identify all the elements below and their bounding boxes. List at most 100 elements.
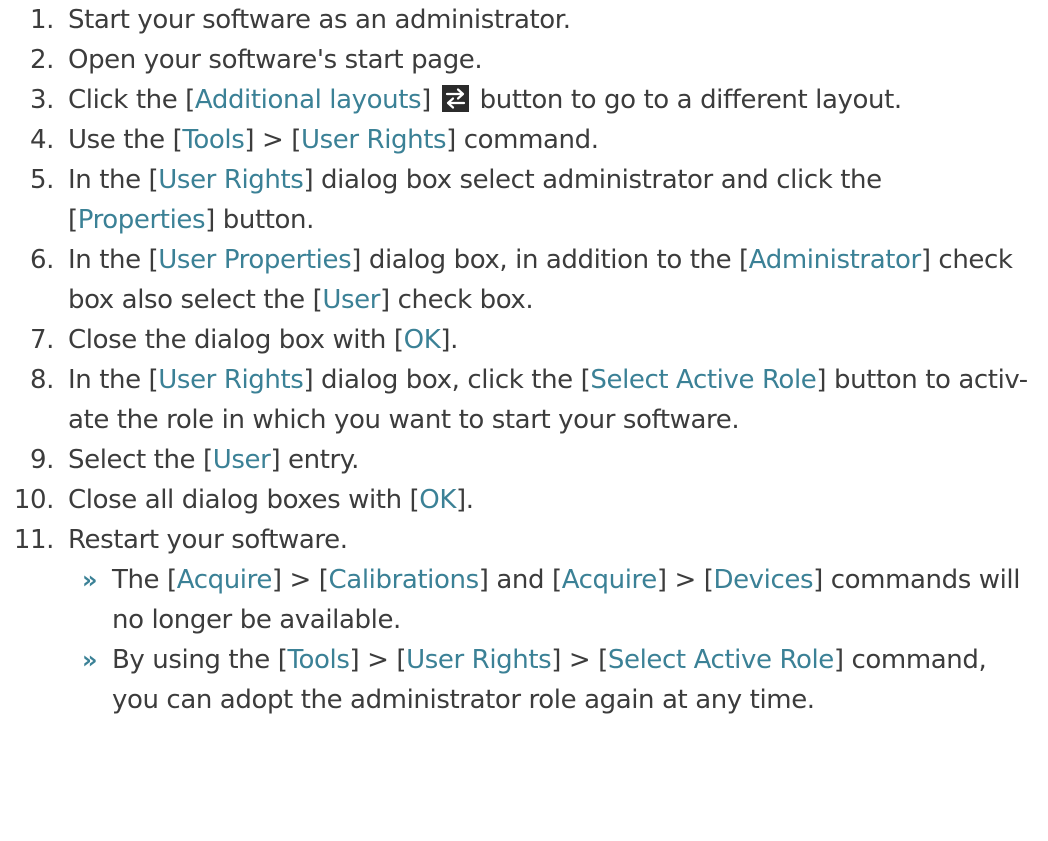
text-segment: box also select the [ xyxy=(68,285,323,315)
step-item: 11. Restart your software. xyxy=(0,520,1048,560)
result-item: » The [Acquire] > [Calibrations] and [Acq… xyxy=(0,560,1048,640)
step-number: 8. xyxy=(29,365,54,395)
step-number: 6. xyxy=(29,245,54,275)
ui-reference: Calibrations xyxy=(328,565,480,595)
ui-reference: User Properties xyxy=(158,245,352,275)
text-line: box also select the [User] check box. xyxy=(68,280,1048,320)
text-segment: ] dialog box, click the [ xyxy=(303,365,591,395)
text-segment: ] command, xyxy=(833,645,987,675)
ui-reference: Properties xyxy=(77,205,206,235)
text-line: Close all dialog boxes with [OK]. xyxy=(68,480,1048,520)
text-segment: ] commands will xyxy=(813,565,1021,595)
instruction-steps: 1. Start your software as an administrato… xyxy=(0,0,1048,560)
step-number: 5. xyxy=(29,165,54,195)
ui-reference: OK xyxy=(419,485,456,515)
text-segment: In the [ xyxy=(68,245,159,275)
text-segment: ]. xyxy=(456,485,474,515)
text-line: The [Acquire] > [Calibrations] and [Acqu… xyxy=(112,560,1048,600)
step-number: 9. xyxy=(29,445,54,475)
text-line: By using the [Tools] > [User Rights] > [… xyxy=(112,640,1048,680)
step-item: 4. Use the [Tools] > [User Rights] comman… xyxy=(0,120,1048,160)
ui-reference: Administrator xyxy=(748,245,921,275)
step-item: 2. Open your software's start page. xyxy=(0,40,1048,80)
text-segment: [ xyxy=(68,205,78,235)
text-line: In the [User Properties] dialog box, in … xyxy=(68,240,1048,280)
step-number: 7. xyxy=(29,325,54,355)
text-line: no longer be available. xyxy=(112,600,1048,640)
text-segment: By using the [ xyxy=(112,645,288,675)
text-segment: ] entry. xyxy=(270,445,359,475)
ui-reference: Tools xyxy=(182,125,245,155)
ui-reference: User xyxy=(322,285,381,315)
ui-reference: Devices xyxy=(713,565,814,595)
text-segment: Select the [ xyxy=(68,445,213,475)
text-segment: ] dialog box, in addition to the [ xyxy=(351,245,749,275)
step-item: 7. Close the dialog box with [OK]. xyxy=(0,320,1048,360)
text-line: [Properties] button. xyxy=(68,200,1048,240)
text-segment: Close the dialog box with [ xyxy=(68,325,404,355)
text-segment: ] > [ xyxy=(271,565,329,595)
result-item: » By using the [Tools] > [User Rights] > … xyxy=(0,640,1048,720)
step-item: 10. Close all dialog boxes with [OK]. xyxy=(0,480,1048,520)
text-segment: Start your software as an administrator. xyxy=(68,5,571,35)
text-segment: no longer be available. xyxy=(112,605,401,635)
text-line: Close the dialog box with [OK]. xyxy=(68,320,1048,360)
result-notes: » The [Acquire] > [Calibrations] and [Acq… xyxy=(0,560,1048,720)
ui-reference: User Rights xyxy=(158,365,304,395)
text-segment: ] check box. xyxy=(380,285,534,315)
ui-reference: Additional layouts xyxy=(194,85,422,115)
text-segment: ] button to activ- xyxy=(816,365,1028,395)
text-line: ate the role in which you want to start … xyxy=(68,400,1048,440)
step-number: 10. xyxy=(13,485,55,515)
step-number: 2. xyxy=(29,45,54,75)
text-segment: ] > [ xyxy=(349,645,407,675)
ui-reference: Acquire xyxy=(176,565,273,595)
text-segment: In the [ xyxy=(68,365,159,395)
ui-reference: Tools xyxy=(287,645,350,675)
step-item: 3. Click the [Additional layouts] button … xyxy=(0,80,1048,120)
text-line: Start your software as an administrator. xyxy=(68,0,1048,40)
step-number: 11. xyxy=(13,525,55,555)
text-segment: ] check xyxy=(920,245,1013,275)
step-number: 4. xyxy=(29,125,54,155)
step-item: 9. Select the [User] entry. xyxy=(0,440,1048,480)
ui-reference: OK xyxy=(403,325,441,355)
text-line: Restart your software. xyxy=(68,520,1048,560)
text-segment: ] > [ xyxy=(656,565,714,595)
text-segment: In the [ xyxy=(68,165,159,195)
text-line: Click the [Additional layouts] button to… xyxy=(68,80,1048,120)
ui-reference: Acquire xyxy=(561,565,658,595)
text-segment: you can adopt the administrator role aga… xyxy=(112,685,815,715)
result-marker-icon: » xyxy=(82,566,98,594)
text-segment: ] xyxy=(421,85,439,115)
result-marker-icon: » xyxy=(82,646,98,674)
ui-reference: Select Active Role xyxy=(607,645,834,675)
step-item: 8. In the [User Rights] dialog box, click… xyxy=(0,360,1048,440)
text-segment: Restart your software. xyxy=(68,525,348,555)
text-segment: Close all dialog boxes with [ xyxy=(68,485,420,515)
text-segment: ] and [ xyxy=(478,565,562,595)
step-item: 5. In the [User Rights] dialog box select… xyxy=(0,160,1048,240)
swap-arrows-icon xyxy=(441,85,469,112)
text-segment: The [ xyxy=(112,565,177,595)
text-line: Select the [User] entry. xyxy=(68,440,1048,480)
text-segment: ate the role in which you want to start … xyxy=(68,405,740,435)
step-item: 6. In the [User Properties] dialog box, i… xyxy=(0,240,1048,320)
text-segment: Open your software's start page. xyxy=(68,45,483,75)
text-segment: ] > [ xyxy=(244,125,301,155)
step-number: 3. xyxy=(29,85,54,115)
step-number: 1. xyxy=(29,5,54,35)
ui-reference: User Rights xyxy=(158,165,304,195)
text-line: Open your software's start page. xyxy=(68,40,1048,80)
text-line: In the [User Rights] dialog box select a… xyxy=(68,160,1048,200)
text-segment: Click the [ xyxy=(68,85,195,115)
document-page: 1. Start your software as an administrato… xyxy=(0,0,1048,841)
ui-reference: User xyxy=(212,445,271,475)
text-segment: ] dialog box select administrator and cl… xyxy=(303,165,882,195)
text-line: Use the [Tools] > [User Rights] command. xyxy=(68,120,1048,160)
text-segment: ] button. xyxy=(205,205,314,235)
text-segment: ] > [ xyxy=(551,645,608,675)
text-segment: ]. xyxy=(440,325,458,355)
ui-reference: Select Active Role xyxy=(590,365,817,395)
text-line: In the [User Rights] dialog box, click t… xyxy=(68,360,1048,400)
